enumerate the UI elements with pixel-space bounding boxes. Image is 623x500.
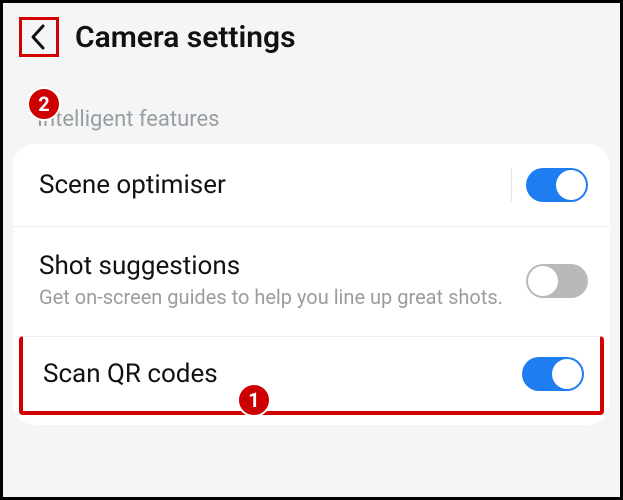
toggle-knob <box>528 266 558 296</box>
annotation-badge-1: 1 <box>237 383 271 417</box>
toggle-shot-suggestions[interactable] <box>526 264 588 298</box>
row-scene-optimiser[interactable]: Scene optimiser <box>13 144 610 226</box>
chevron-left-icon <box>29 23 49 51</box>
row-desc: Get on-screen guides to help you line up… <box>39 285 510 310</box>
annotation-badge-2: 2 <box>27 87 61 121</box>
divider <box>511 168 512 202</box>
row-text: Scene optimiser <box>39 170 511 200</box>
row-label: Shot suggestions <box>39 251 510 281</box>
row-text: Scan QR codes <box>43 359 522 389</box>
row-shot-suggestions[interactable]: Shot suggestions Get on-screen guides to… <box>13 226 610 334</box>
row-text: Shot suggestions Get on-screen guides to… <box>39 251 526 310</box>
back-button[interactable] <box>19 17 59 57</box>
toggle-wrap <box>526 264 588 298</box>
header: Camera settings <box>3 3 620 67</box>
row-scan-qr[interactable]: Scan QR codes <box>19 336 604 415</box>
row-label: Scan QR codes <box>43 359 506 389</box>
toggle-wrap <box>522 357 584 391</box>
section-label: Intelligent features <box>3 67 620 140</box>
toggle-scene-optimiser[interactable] <box>526 168 588 202</box>
toggle-wrap <box>511 168 588 202</box>
page-title: Camera settings <box>75 20 296 55</box>
toggle-knob <box>552 359 582 389</box>
row-label: Scene optimiser <box>39 170 495 200</box>
toggle-scan-qr[interactable] <box>522 357 584 391</box>
toggle-knob <box>556 170 586 200</box>
settings-list: Scene optimiser Shot suggestions Get on-… <box>13 144 610 425</box>
